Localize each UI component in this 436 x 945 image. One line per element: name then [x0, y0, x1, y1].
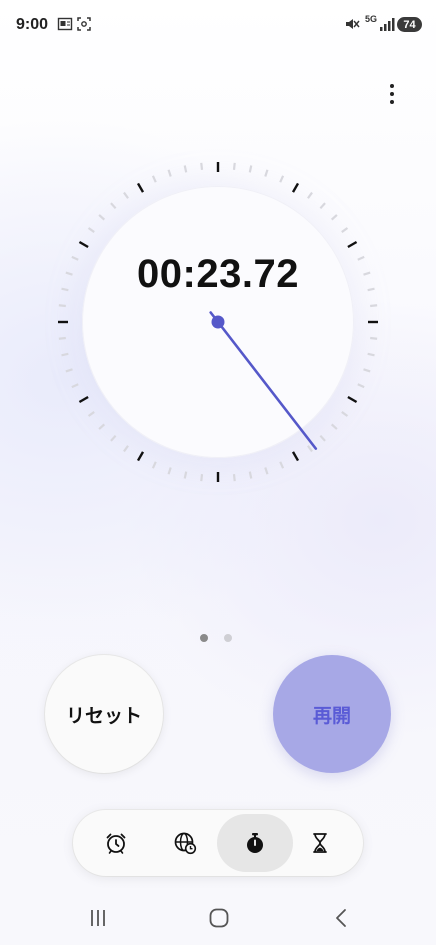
dial-minor-tick — [98, 214, 106, 221]
dial-major-tick — [291, 451, 300, 462]
screenshot-notification-icon — [76, 16, 92, 37]
dial-minor-tick — [264, 169, 269, 177]
dial-minor-tick — [367, 287, 375, 292]
dial-minor-tick — [341, 227, 349, 233]
more-options-button[interactable] — [378, 80, 406, 108]
dial-major-tick — [78, 395, 89, 404]
back-icon — [336, 909, 346, 927]
recent-apps-icon — [91, 910, 105, 926]
dial-major-tick — [347, 395, 358, 404]
dial-minor-tick — [363, 368, 371, 373]
more-dot — [390, 92, 394, 96]
signal-icon — [379, 16, 395, 37]
status-bar: 9:00 5G 74 — [0, 0, 436, 52]
dial-minor-tick — [87, 411, 95, 417]
home-icon — [209, 908, 229, 928]
battery-level: 74 — [403, 18, 416, 31]
dial-minor-tick — [98, 423, 106, 430]
dial-minor-tick — [330, 423, 338, 430]
home-button[interactable] — [199, 900, 239, 936]
page-dot — [200, 634, 208, 642]
dial-minor-tick — [123, 191, 129, 199]
stopwatch-icon — [247, 833, 263, 853]
dial-minor-tick — [65, 271, 73, 276]
dial-minor-tick — [183, 471, 188, 479]
dial-minor-tick — [65, 368, 73, 373]
dial-major-tick — [78, 240, 89, 249]
dial-major-tick — [291, 182, 300, 193]
dial-minor-tick — [71, 255, 79, 261]
dial-minor-tick — [357, 383, 365, 389]
dial-minor-tick — [367, 352, 375, 357]
dial-major-tick — [347, 240, 358, 249]
stopwatch-hand-line — [209, 311, 318, 450]
dial-minor-tick — [58, 304, 66, 308]
reset-button[interactable]: リセット — [45, 655, 163, 773]
dial-minor-tick — [279, 175, 285, 183]
dial-minor-tick — [183, 165, 188, 173]
dial-minor-tick — [61, 352, 69, 357]
gallery-notification-icon — [57, 16, 73, 37]
bottom-tab-bar — [73, 810, 363, 876]
dial-minor-tick — [357, 255, 365, 261]
world-clock-icon — [174, 832, 197, 855]
tab-stopwatch[interactable] — [217, 814, 293, 872]
dial-major-tick — [136, 451, 145, 462]
dial-minor-tick — [370, 304, 378, 308]
dial-minor-tick — [200, 162, 204, 170]
more-dot — [390, 84, 394, 88]
tab-world-clock[interactable] — [150, 814, 220, 872]
dial-minor-tick — [151, 461, 157, 469]
recent-apps-button[interactable] — [78, 900, 118, 936]
network-type-label: 5G — [365, 14, 378, 24]
dial-minor-tick — [370, 336, 378, 340]
page-indicator — [200, 634, 232, 642]
dial-minor-tick — [151, 175, 157, 183]
dial-minor-tick — [110, 434, 117, 442]
dial-minor-tick — [167, 467, 172, 475]
dial-minor-tick — [279, 461, 285, 469]
dial-minor-tick — [232, 474, 236, 482]
dial-minor-tick — [264, 467, 269, 475]
dial-minor-tick — [307, 191, 313, 199]
dial-minor-tick — [248, 471, 253, 479]
resume-button[interactable]: 再開 — [273, 655, 391, 773]
stopwatch-dial — [58, 162, 378, 482]
dial-minor-tick — [307, 445, 313, 453]
battery-icon: 74 — [397, 17, 422, 32]
dial-minor-tick — [123, 445, 129, 453]
dial-major-tick — [136, 182, 145, 193]
dial-minor-tick — [232, 162, 236, 170]
more-dot — [390, 100, 394, 104]
dial-minor-tick — [200, 474, 204, 482]
back-button[interactable] — [322, 900, 362, 936]
dial-minor-tick — [319, 202, 326, 210]
stopwatch-time: 00:23.72 — [137, 252, 299, 296]
dial-minor-tick — [71, 383, 79, 389]
system-nav-bar — [0, 892, 436, 945]
dial-minor-tick — [319, 434, 326, 442]
tab-alarm[interactable] — [81, 814, 151, 872]
alarm-clock-icon — [106, 833, 126, 854]
dial-minor-tick — [110, 202, 117, 210]
page-dot — [224, 634, 232, 642]
dial-minor-tick — [341, 411, 349, 417]
tab-timer[interactable] — [285, 814, 355, 872]
mute-icon — [344, 16, 360, 37]
dial-minor-tick — [87, 227, 95, 233]
stopwatch-hand — [209, 311, 318, 450]
dial-minor-tick — [248, 165, 253, 173]
status-time: 9:00 — [16, 16, 49, 33]
dial-minor-tick — [61, 287, 69, 292]
hourglass-icon — [313, 833, 327, 853]
dial-minor-tick — [58, 336, 66, 340]
stopwatch-hand-pivot — [211, 315, 225, 329]
dial-minor-tick — [330, 214, 338, 221]
dial-minor-tick — [363, 271, 371, 276]
dial-minor-tick — [167, 169, 172, 177]
